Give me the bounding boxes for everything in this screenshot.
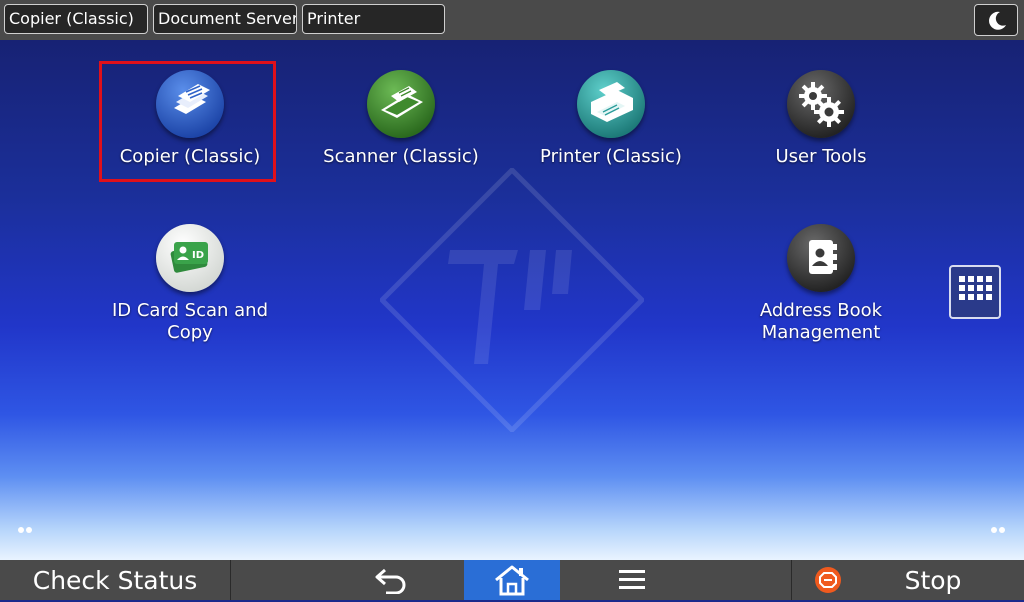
id-card-icon: ID	[156, 224, 224, 292]
menu-button[interactable]	[560, 560, 792, 600]
stop-button[interactable]: Stop	[793, 560, 1024, 600]
scanner-icon	[367, 70, 435, 138]
home-button[interactable]	[464, 560, 560, 600]
home-desktop: Copier (Classic) Scanner (Classic) Print…	[0, 40, 1024, 560]
page-indicator-left[interactable]	[17, 525, 35, 535]
apps-grid-button[interactable]	[949, 265, 1001, 319]
address-book-icon	[787, 224, 855, 292]
top-tab-printer[interactable]: Printer	[302, 4, 445, 34]
printer-icon	[577, 70, 645, 138]
app-label: Address Book Management	[721, 300, 921, 344]
selection-frame	[99, 61, 276, 182]
app-label: Printer (Classic)	[540, 146, 682, 167]
app-label-line1: Address Book	[759, 300, 883, 321]
top-tab-document-server[interactable]: Document Server	[153, 4, 297, 34]
app-label: ID Card Scan and Copy	[111, 300, 269, 343]
app-label: Scanner (Classic)	[323, 146, 479, 167]
top-tab-copier-classic[interactable]: Copier (Classic)	[4, 4, 148, 34]
stop-label: Stop	[904, 566, 962, 595]
check-status-button[interactable]: Check Status	[0, 560, 231, 600]
energy-saver-button[interactable]	[974, 4, 1018, 36]
app-label: User Tools	[775, 146, 867, 167]
top-bar: Copier (Classic) Document Server Printer	[0, 0, 1024, 40]
menu-icon	[619, 570, 645, 589]
moon-icon	[989, 11, 1006, 30]
app-label-line2: Management	[761, 322, 881, 343]
svg-text:ID: ID	[192, 250, 204, 261]
watermark-logo	[380, 168, 644, 432]
grid-icon	[959, 276, 992, 300]
bottom-bar: Check Status Stop	[0, 560, 1024, 600]
stop-icon	[815, 567, 841, 593]
home-icon	[495, 565, 529, 596]
gears-icon	[787, 70, 855, 138]
back-button[interactable]	[232, 560, 464, 600]
page-indicator-right[interactable]	[990, 525, 1008, 535]
back-arrow-icon	[375, 568, 406, 594]
